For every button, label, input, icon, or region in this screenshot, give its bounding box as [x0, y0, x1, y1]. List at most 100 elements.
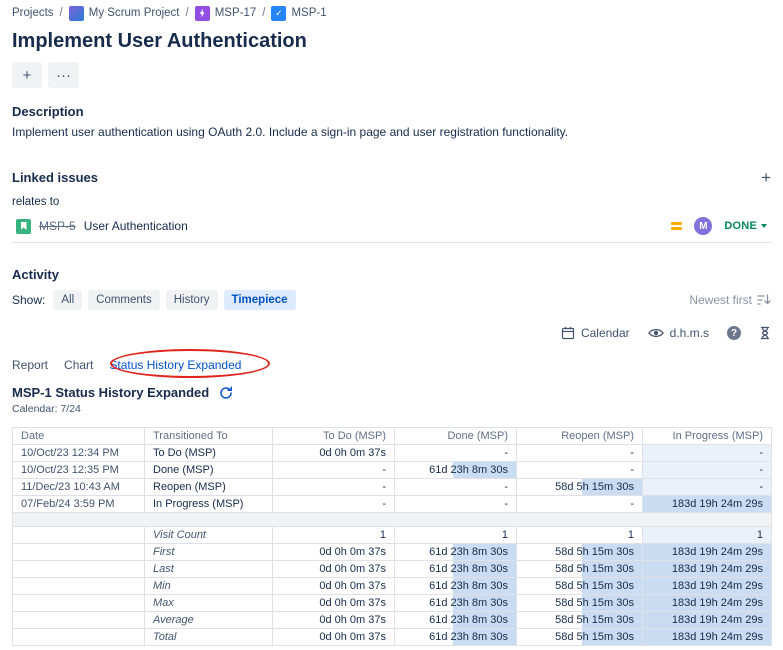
duration-cell: - [643, 479, 772, 496]
duration-cell: - [643, 462, 772, 479]
breadcrumb-project[interactable]: My Scrum Project [69, 6, 180, 21]
empty-cell [13, 629, 145, 646]
status-history-table: DateTransitioned ToTo Do (MSP)Done (MSP)… [12, 427, 772, 646]
filter-timepiece[interactable]: Timepiece [224, 290, 296, 310]
duration-cell: - [517, 445, 643, 462]
more-actions-button[interactable]: ··· [48, 62, 79, 88]
duration-cell: 0d 0h 0m 37s [273, 595, 395, 612]
link-relation-label: relates to [12, 196, 771, 208]
breadcrumb-separator: / [262, 7, 265, 19]
duration-cell: 61d 23h 8m 30s [395, 544, 517, 561]
tab-chart[interactable]: Chart [64, 358, 93, 372]
duration-cell: 58d 5h 15m 30s [517, 561, 643, 578]
summary-row: Visit Count1111 [13, 527, 772, 544]
epic-icon [195, 6, 210, 21]
duration-cell: 58d 5h 15m 30s [517, 578, 643, 595]
column-header: Reopen (MSP) [517, 428, 643, 445]
filter-comments[interactable]: Comments [88, 290, 160, 310]
sort-order-control[interactable]: Newest first [689, 293, 771, 307]
tab-report[interactable]: Report [12, 358, 48, 372]
breadcrumb-issue-label: MSP-1 [291, 7, 326, 19]
duration-cell: 61d 23h 8m 30s [395, 612, 517, 629]
activity-heading: Activity [12, 267, 771, 282]
show-label: Show: [12, 293, 45, 307]
duration-cell: 183d 19h 24m 29s [643, 629, 772, 646]
linked-issue-row: MSP-5 User Authentication M DONE [12, 212, 771, 243]
sort-icon [757, 294, 771, 306]
status-dropdown[interactable]: DONE [724, 220, 767, 232]
hourglass-icon[interactable] [759, 326, 771, 340]
calendar-note: Calendar: 7/24 [12, 403, 771, 415]
breadcrumb-project-label: My Scrum Project [89, 7, 180, 19]
stat-label: First [145, 544, 273, 561]
date-cell: 10/Oct/23 12:35 PM [13, 462, 145, 479]
duration-cell: 1 [517, 527, 643, 544]
duration-cell: - [517, 462, 643, 479]
column-header: Done (MSP) [395, 428, 517, 445]
empty-cell [13, 527, 145, 544]
duration-cell: 58d 5h 15m 30s [517, 612, 643, 629]
summary-row: Average0d 0h 0m 37s61d 23h 8m 30s58d 5h … [13, 612, 772, 629]
stat-label: Visit Count [145, 527, 273, 544]
linked-issue-title[interactable]: User Authentication [84, 219, 188, 233]
summary-row: Max0d 0h 0m 37s61d 23h 8m 30s58d 5h 15m … [13, 595, 772, 612]
calendar-button[interactable]: Calendar [561, 326, 630, 340]
duration-cell: - [643, 445, 772, 462]
spacer-row [13, 513, 772, 527]
duration-cell: - [273, 462, 395, 479]
breadcrumb: Projects / My Scrum Project / MSP-17 / ✓… [12, 5, 771, 21]
chevron-down-icon [761, 224, 767, 228]
stat-label: Average [145, 612, 273, 629]
duration-cell: 0d 0h 0m 37s [273, 561, 395, 578]
transition-cell: Done (MSP) [145, 462, 273, 479]
duration-cell: 58d 5h 15m 30s [517, 629, 643, 646]
priority-medium-icon [671, 222, 682, 230]
add-button[interactable]: + [12, 62, 42, 88]
filter-all[interactable]: All [53, 290, 82, 310]
column-header: To Do (MSP) [273, 428, 395, 445]
summary-row: First0d 0h 0m 37s61d 23h 8m 30s58d 5h 15… [13, 544, 772, 561]
duration-cell: - [273, 479, 395, 496]
date-cell: 07/Feb/24 3:59 PM [13, 496, 145, 513]
breadcrumb-separator: / [60, 7, 63, 19]
breadcrumb-separator: / [186, 7, 189, 19]
filter-history[interactable]: History [166, 290, 218, 310]
duration-cell: 61d 23h 8m 30s [395, 595, 517, 612]
history-row: 07/Feb/24 3:59 PMIn Progress (MSP)---183… [13, 496, 772, 513]
transition-cell: In Progress (MSP) [145, 496, 273, 513]
format-toggle[interactable]: d.h.m.s [648, 326, 709, 340]
linked-issue-key[interactable]: MSP-5 [39, 219, 76, 233]
timepiece-tabs: Report Chart Status History Expanded [12, 354, 771, 376]
duration-cell: 58d 5h 15m 30s [517, 595, 643, 612]
stat-label: Last [145, 561, 273, 578]
timepiece-toolbar: Calendar d.h.m.s ? [12, 326, 771, 340]
sort-order-label: Newest first [689, 293, 752, 307]
description-text: Implement user authentication using OAut… [12, 125, 771, 139]
refresh-button[interactable] [219, 386, 233, 400]
breadcrumb-epic[interactable]: MSP-17 [195, 6, 257, 21]
eye-icon [648, 327, 664, 339]
assignee-avatar: M [694, 217, 712, 235]
history-row: 11/Dec/23 10:43 AMReopen (MSP)--58d 5h 1… [13, 479, 772, 496]
history-row: 10/Oct/23 12:35 PMDone (MSP)-61d 23h 8m … [13, 462, 772, 479]
tab-status-history-expanded[interactable]: Status History Expanded [109, 358, 241, 372]
breadcrumb-projects[interactable]: Projects [12, 7, 54, 19]
transition-cell: Reopen (MSP) [145, 479, 273, 496]
duration-cell: - [273, 496, 395, 513]
duration-cell: 61d 23h 8m 30s [395, 561, 517, 578]
duration-cell: 183d 19h 24m 29s [643, 595, 772, 612]
add-link-button[interactable]: + [761, 169, 771, 186]
duration-cell: 0d 0h 0m 37s [273, 578, 395, 595]
issue-actions: + ··· [12, 62, 771, 88]
refresh-icon [219, 386, 233, 400]
duration-cell: 183d 19h 24m 29s [643, 578, 772, 595]
project-avatar-icon [69, 6, 84, 21]
breadcrumb-issue[interactable]: ✓ MSP-1 [271, 6, 326, 21]
help-button[interactable]: ? [727, 326, 741, 340]
summary-row: Total0d 0h 0m 37s61d 23h 8m 30s58d 5h 15… [13, 629, 772, 646]
duration-cell: 0d 0h 0m 37s [273, 544, 395, 561]
transition-cell: To Do (MSP) [145, 445, 273, 462]
duration-cell: 183d 19h 24m 29s [643, 496, 772, 513]
duration-cell: 61d 23h 8m 30s [395, 462, 517, 479]
status-label: DONE [724, 220, 757, 232]
